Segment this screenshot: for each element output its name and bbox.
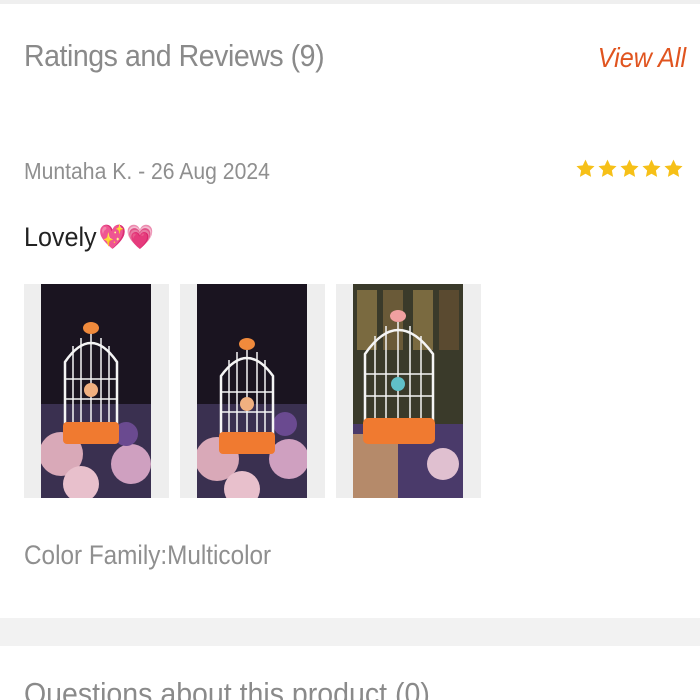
- view-all-link[interactable]: View All: [598, 42, 686, 74]
- star-icon: [598, 159, 617, 177]
- review-author-date: Muntaha K. - 26 Aug 2024: [24, 158, 270, 184]
- star-icon: [576, 159, 595, 177]
- ratings-header: Ratings and Reviews (9) View All: [0, 38, 700, 88]
- questions-title: Questions about this product (0): [24, 676, 430, 700]
- star-icon: [642, 159, 661, 177]
- review-photo-3[interactable]: [336, 284, 481, 498]
- review-body: Lovely: [24, 222, 97, 252]
- review-text: Lovely💖💗: [24, 222, 154, 253]
- birdcage-photo-image: [41, 284, 151, 498]
- top-divider: [0, 0, 700, 4]
- review-photo-2[interactable]: [180, 284, 325, 498]
- birdcage-photo-image: [353, 284, 463, 498]
- birdcage-photo-image: [197, 284, 307, 498]
- star-icon: [664, 159, 683, 177]
- review-photo-1[interactable]: [24, 284, 169, 498]
- star-rating: [575, 158, 684, 179]
- section-divider: [0, 618, 700, 646]
- product-reviews-page: Ratings and Reviews (9) View All Muntaha…: [0, 0, 700, 700]
- heart-emoji: 💖💗: [98, 224, 155, 251]
- star-icon: [620, 159, 639, 177]
- color-family-attribute: Color Family:Multicolor: [24, 540, 272, 570]
- ratings-title: Ratings and Reviews (9): [24, 38, 325, 73]
- review-photos: [24, 284, 481, 498]
